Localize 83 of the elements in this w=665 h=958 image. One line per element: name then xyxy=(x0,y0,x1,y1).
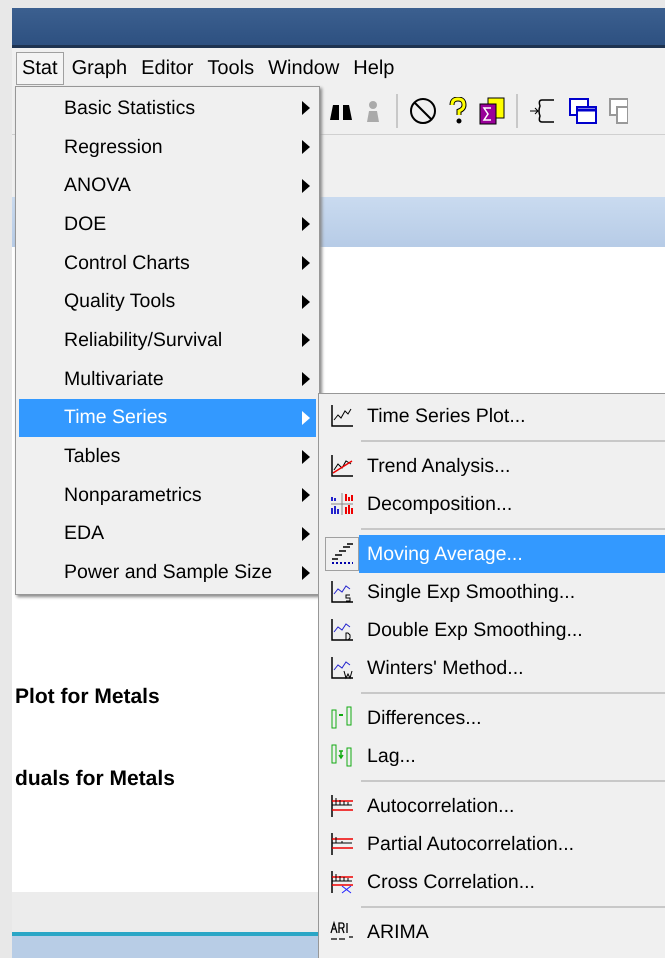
menu-item[interactable]: Winters' Method... xyxy=(319,649,665,687)
correlogram-icon xyxy=(329,831,355,857)
menu-item[interactable]: Regression xyxy=(19,128,316,166)
sigma-icon[interactable] xyxy=(478,96,506,126)
moving-average-icon xyxy=(329,541,355,567)
menu-item-label: Double Exp Smoothing... xyxy=(366,618,584,642)
menu-item-label: Autocorrelation... xyxy=(366,794,516,818)
menu-item[interactable]: Help xyxy=(347,52,400,84)
menu-item-label: Control Charts xyxy=(64,252,190,275)
submenu-arrow-icon xyxy=(302,256,310,270)
menu-item[interactable]: Multivariate xyxy=(19,360,316,398)
menu-item[interactable]: Decomposition... xyxy=(319,485,665,523)
submenu-arrow-icon xyxy=(302,566,310,580)
menu-item-label: Lag... xyxy=(366,744,417,768)
menu-item[interactable]: Editor xyxy=(135,52,200,84)
menu-item[interactable]: Differences... xyxy=(319,699,665,737)
menu-item-label: Quality Tools xyxy=(64,290,176,314)
menu-item[interactable]: Autocorrelation... xyxy=(319,787,665,825)
menu-item-label: Single Exp Smoothing... xyxy=(366,580,576,604)
menu-item[interactable]: DOE xyxy=(19,205,316,244)
menu-item[interactable]: Graph xyxy=(66,52,134,84)
menu-item[interactable]: Single Exp Smoothing... xyxy=(319,573,665,611)
submenu-arrow-icon xyxy=(302,178,310,193)
menu-item[interactable]: ANOVA xyxy=(19,166,316,206)
menu-item[interactable]: Tools xyxy=(201,52,260,84)
menu-item[interactable]: Reliability/Survival xyxy=(19,321,316,360)
menu-item[interactable]: Power and Sample Size xyxy=(19,553,316,592)
submenu-arrow-icon xyxy=(302,372,310,386)
help-icon[interactable] xyxy=(448,97,468,125)
output-heading: duals for Metals xyxy=(14,767,175,791)
decomposition-icon xyxy=(329,491,355,517)
menu-item[interactable]: Double Exp Smoothing... xyxy=(319,611,665,649)
menu-item-label: Multivariate xyxy=(64,368,164,391)
submenu-arrow-icon xyxy=(302,294,310,309)
menu-item-label: Decomposition... xyxy=(366,492,514,516)
menu-item[interactable]: EDA xyxy=(19,514,316,554)
menu-item[interactable]: Cross Correlation... xyxy=(319,863,665,901)
menu-item-label: Partial Autocorrelation... xyxy=(366,832,576,856)
menu-item-label: Time Series Plot... xyxy=(366,404,527,428)
windows-icon[interactable] xyxy=(568,96,598,126)
submenu-arrow-icon xyxy=(302,410,310,425)
submenu-arrow-icon xyxy=(302,217,310,232)
menu-item[interactable]: Trend Analysis... xyxy=(319,447,665,485)
line-chart-icon xyxy=(329,403,355,429)
trend-chart-icon xyxy=(329,453,355,479)
submenu-arrow-icon xyxy=(302,333,310,348)
menu-item-label: Differences... xyxy=(366,706,483,730)
menu-item-label: Tables xyxy=(64,445,120,468)
submenu-arrow-icon xyxy=(302,526,310,541)
menu-item-label: Power and Sample Size xyxy=(64,561,272,584)
menu-item-label: Trend Analysis... xyxy=(366,454,512,478)
menu-item-label: Nonparametrics xyxy=(64,484,202,507)
submenu-arrow-icon xyxy=(302,450,310,464)
menu-item-label: Time Series xyxy=(64,406,168,430)
menu-item-label: Basic Statistics xyxy=(64,96,196,120)
output-heading: Plot for Metals xyxy=(14,685,160,709)
menu-item-label: Cross Correlation... xyxy=(366,870,536,894)
menu-item[interactable]: Partial Autocorrelation... xyxy=(319,825,665,863)
menu-item[interactable]: Tables xyxy=(19,437,316,476)
correlogram-icon xyxy=(329,869,355,895)
menu-item-label: ARIMA xyxy=(366,920,430,944)
submenu-arrow-icon xyxy=(302,140,310,154)
menu-item[interactable]: Quality Tools xyxy=(19,282,316,322)
menu-item[interactable]: ARIMA xyxy=(319,913,665,951)
menu-item-label: Regression xyxy=(64,136,163,159)
menu-item[interactable]: Control Charts xyxy=(19,244,316,282)
menu-item-label: Winters' Method... xyxy=(366,656,525,680)
menu-item-label: ANOVA xyxy=(64,174,131,198)
smoothing-chart-icon xyxy=(329,617,355,643)
menu-item-label: Reliability/Survival xyxy=(64,328,222,352)
smoothing-chart-icon xyxy=(329,579,355,605)
menu-item[interactable]: Nonparametrics xyxy=(19,476,316,515)
correlogram-icon xyxy=(329,793,355,819)
menu-item-label: DOE xyxy=(64,212,106,236)
submenu-arrow-icon xyxy=(302,101,310,116)
cancel-icon[interactable] xyxy=(408,96,438,126)
menu-item[interactable]: Lag... xyxy=(319,737,665,775)
menu-item[interactable]: Stat xyxy=(16,52,64,84)
submenu-arrow-icon xyxy=(302,488,310,502)
menu-item-label: EDA xyxy=(64,522,104,546)
menu-item[interactable]: Window xyxy=(262,52,346,84)
smoothing-chart-icon xyxy=(329,655,355,681)
menu-item[interactable]: Time Series Plot... xyxy=(319,397,665,435)
